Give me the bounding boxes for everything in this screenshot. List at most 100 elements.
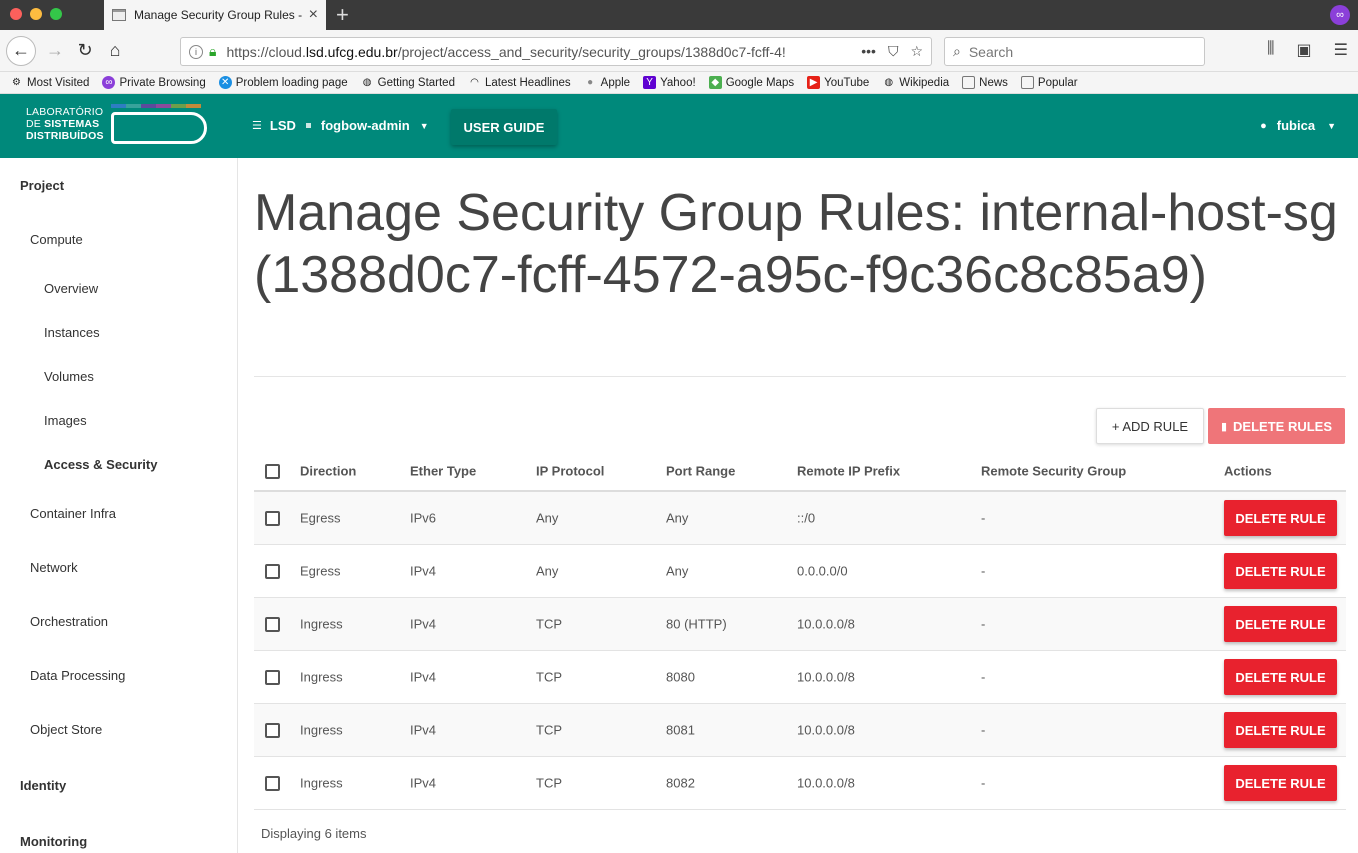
sidebar-item-compute[interactable]: Compute bbox=[30, 232, 83, 247]
bookmark-most-visited[interactable]: ⚙ Most Visited bbox=[10, 76, 89, 89]
cell-remote-ip-prefix: 0.0.0.0/0 bbox=[797, 563, 848, 579]
trash-icon: ▮ bbox=[1220, 420, 1228, 433]
sidebar-item-object-store[interactable]: Object Store bbox=[30, 722, 102, 737]
search-bar[interactable]: ⌕ Search bbox=[944, 37, 1205, 66]
project-name: fogbow-admin bbox=[320, 118, 410, 133]
cell-port-range: 8082 bbox=[666, 775, 695, 791]
bookmark-apple[interactable]: ● Apple bbox=[584, 76, 630, 89]
row-checkbox[interactable] bbox=[265, 511, 280, 526]
globe-icon: ◍ bbox=[362, 77, 372, 88]
cell-port-range: 8081 bbox=[666, 722, 695, 738]
url-bar[interactable]: i 🔒︎ https://cloud.lsd.ufcg.edu.br/proje… bbox=[180, 37, 932, 66]
error-icon: ✕ bbox=[218, 76, 232, 89]
title-divider bbox=[254, 376, 1346, 377]
header-ether-type[interactable]: Ether Type bbox=[410, 464, 476, 479]
bookmark-problem-loading[interactable]: ✕ Problem loading page bbox=[218, 76, 348, 89]
tab-title: Manage Security Group Rules - bbox=[134, 8, 303, 22]
close-tab-icon[interactable]: × bbox=[309, 6, 318, 24]
pocket-icon[interactable]: ⛉ bbox=[888, 43, 899, 60]
sidebar-item-instances[interactable]: Instances bbox=[44, 325, 100, 340]
bookmark-popular[interactable]: Popular bbox=[1020, 76, 1078, 89]
row-checkbox[interactable] bbox=[265, 723, 280, 738]
url-prefix: https://cloud. bbox=[226, 43, 306, 60]
minimize-window-button[interactable] bbox=[30, 8, 42, 20]
delete-rule-button[interactable]: DELETE RULE bbox=[1224, 712, 1337, 748]
sidebar-item-overview[interactable]: Overview bbox=[44, 281, 98, 296]
page-favicon-icon bbox=[112, 9, 126, 21]
bookmark-star-icon[interactable]: ☆ bbox=[910, 43, 923, 60]
cell-direction: Egress bbox=[300, 563, 341, 579]
sidebar-item-identity[interactable]: Identity bbox=[20, 778, 66, 793]
url-text[interactable]: https://cloud.lsd.ufcg.edu.br/project/ac… bbox=[226, 44, 861, 60]
bookmark-youtube[interactable]: ▶ YouTube bbox=[807, 76, 869, 89]
new-tab-icon[interactable]: + bbox=[336, 2, 349, 28]
header-ip-protocol[interactable]: IP Protocol bbox=[536, 464, 604, 479]
cell-ether-type: IPv4 bbox=[410, 775, 437, 791]
site-info-icon[interactable]: i bbox=[189, 44, 203, 59]
rules-table: Direction Ether Type IP Protocol Port Ra… bbox=[254, 452, 1346, 810]
table-row: Ingress IPv4 TCP 8081 10.0.0.0/8 - DELET… bbox=[254, 704, 1346, 757]
sidebar-item-access-security[interactable]: Access & Security bbox=[44, 457, 157, 472]
browser-tab[interactable]: Manage Security Group Rules - × bbox=[104, 0, 326, 30]
row-checkbox[interactable] bbox=[265, 670, 280, 685]
header-remote-security-group[interactable]: Remote Security Group bbox=[981, 464, 1126, 479]
home-icon[interactable]: ⌂ bbox=[100, 36, 130, 66]
sidebar-toggle-icon[interactable]: ▣ bbox=[1297, 40, 1312, 60]
sidebar-item-data-processing[interactable]: Data Processing bbox=[30, 668, 125, 683]
bookmark-news[interactable]: News bbox=[962, 76, 1008, 89]
project-selector[interactable]: ☰ LSD fogbow-admin ▼ bbox=[252, 118, 429, 133]
sidebar-item-project[interactable]: Project bbox=[20, 178, 64, 193]
cell-port-range: Any bbox=[666, 510, 689, 526]
sidebar-item-images[interactable]: Images bbox=[44, 413, 87, 428]
delete-rule-button[interactable]: DELETE RULE bbox=[1224, 553, 1337, 589]
bookmark-latest-headlines[interactable]: ◠ Latest Headlines bbox=[468, 76, 571, 89]
cell-direction: Ingress bbox=[300, 722, 343, 738]
delete-rule-button[interactable]: DELETE RULE bbox=[1224, 765, 1337, 801]
add-rule-button[interactable]: + ADD RULE bbox=[1096, 408, 1204, 444]
header-port-range[interactable]: Port Range bbox=[666, 464, 735, 479]
library-icon[interactable]: ⫼ bbox=[1267, 40, 1274, 60]
maximize-window-button[interactable] bbox=[50, 8, 62, 20]
mask-icon: ∞ bbox=[102, 76, 116, 89]
header-direction[interactable]: Direction bbox=[300, 464, 356, 479]
forward-icon[interactable]: → bbox=[40, 36, 70, 66]
user-guide-button[interactable]: USER GUIDE bbox=[451, 109, 557, 145]
bookmark-google-maps[interactable]: ◆ Google Maps bbox=[708, 76, 794, 89]
row-checkbox[interactable] bbox=[265, 564, 280, 579]
sidebar-item-volumes[interactable]: Volumes bbox=[44, 369, 94, 384]
cell-ip-protocol: Any bbox=[536, 510, 559, 526]
sidebar-item-orchestration[interactable]: Orchestration bbox=[30, 614, 108, 629]
select-all-checkbox[interactable] bbox=[265, 464, 280, 479]
back-icon[interactable]: ← bbox=[6, 35, 36, 66]
cell-remote-security-group: - bbox=[981, 563, 986, 579]
sidebar-item-monitoring[interactable]: Monitoring bbox=[20, 834, 87, 849]
bookmark-yahoo[interactable]: Y Yahoo! bbox=[643, 76, 696, 89]
delete-rules-button[interactable]: ▮ DELETE RULES bbox=[1208, 408, 1345, 444]
cell-ip-protocol: TCP bbox=[536, 616, 562, 632]
bookmark-wikipedia[interactable]: ◍ Wikipedia bbox=[882, 76, 949, 89]
cell-direction: Egress bbox=[300, 510, 341, 526]
cell-direction: Ingress bbox=[300, 669, 343, 685]
row-checkbox[interactable] bbox=[265, 617, 280, 632]
bookmarks-bar: ⚙ Most Visited ∞ Private Browsing ✕ Problem… bbox=[0, 72, 1358, 94]
row-checkbox[interactable] bbox=[265, 776, 280, 791]
cell-port-range: 80 (HTTP) bbox=[666, 616, 727, 632]
search-icon: ⌕ bbox=[953, 43, 961, 59]
url-path: /project/access_and_security/security_gr… bbox=[397, 43, 786, 60]
bookmark-getting-started[interactable]: ◍ Getting Started bbox=[361, 76, 455, 89]
delete-rule-button[interactable]: DELETE RULE bbox=[1224, 659, 1337, 695]
menu-icon[interactable]: ☰ bbox=[1334, 40, 1348, 60]
lsd-logo[interactable]: LABORATÓRIO DE SISTEMAS DISTRIBUÍDOS bbox=[26, 104, 210, 148]
page-actions-icon[interactable]: ••• bbox=[861, 43, 876, 60]
folder-icon bbox=[962, 76, 976, 89]
sidebar-item-network[interactable]: Network bbox=[30, 560, 78, 575]
cell-ip-protocol: TCP bbox=[536, 775, 562, 791]
delete-rule-button[interactable]: DELETE RULE bbox=[1224, 606, 1337, 642]
delete-rule-button[interactable]: DELETE RULE bbox=[1224, 500, 1337, 536]
bookmark-private-browsing[interactable]: ∞ Private Browsing bbox=[102, 76, 206, 89]
header-remote-ip-prefix[interactable]: Remote IP Prefix bbox=[797, 464, 900, 479]
user-menu[interactable]: ● fubica ▼ bbox=[1260, 118, 1336, 133]
sidebar-item-container-infra[interactable]: Container Infra bbox=[30, 506, 116, 521]
reload-icon[interactable]: ↻ bbox=[70, 36, 100, 66]
close-window-button[interactable] bbox=[10, 8, 22, 20]
